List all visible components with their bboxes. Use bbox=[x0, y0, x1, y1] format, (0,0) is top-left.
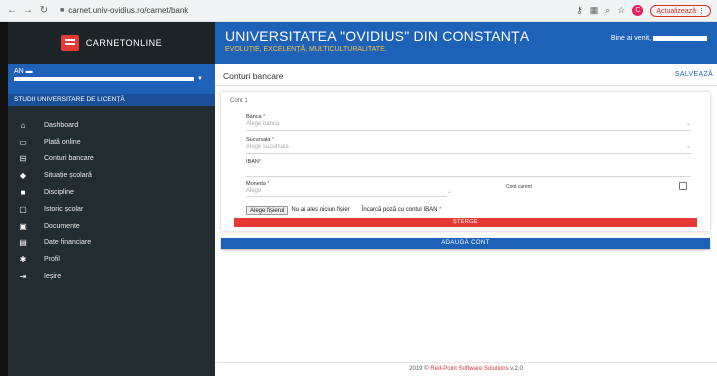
sidebar-item-academic-status[interactable]: ◆ Situație școlară bbox=[8, 167, 215, 184]
sidebar-menu: ⌂ Dashboard ▭ Plată online ⊟ Conturi ban… bbox=[8, 117, 215, 285]
upload-iban-label: Încarcă poză cu contul IBAN * bbox=[361, 207, 442, 213]
account-title: Cont 1 bbox=[230, 98, 248, 104]
address-url: carnet.univ-ovidius.ro/carnet/bank bbox=[68, 6, 189, 15]
sidebar-edge bbox=[0, 22, 8, 376]
sidebar-item-label: Documente bbox=[44, 222, 80, 230]
top-header: UNIVERSITATEA "OVIDIUS" DIN CONSTANȚA EV… bbox=[215, 22, 717, 64]
sidebar-item-dashboard[interactable]: ⌂ Dashboard bbox=[8, 117, 215, 134]
bank-select[interactable]: Banca * Alege banca ⌄ bbox=[246, 114, 691, 131]
book-icon: ■ bbox=[20, 188, 26, 198]
star-icon[interactable]: ☆ bbox=[617, 5, 625, 16]
current-account-checkbox[interactable] bbox=[679, 182, 687, 190]
sidebar-item-bank-accounts[interactable]: ⊟ Conturi bancare bbox=[8, 151, 215, 168]
carnet-logo-icon bbox=[60, 35, 79, 51]
sidebar-item-documents[interactable]: ▣ Documente bbox=[8, 218, 215, 235]
university-motto: EVOLUȚIE, EXCELENȚĂ, MULTICULTURALITATE. bbox=[225, 46, 387, 53]
sidebar-item-label: Discipline bbox=[44, 189, 74, 197]
branch-placeholder: Alege sucursala bbox=[246, 144, 289, 150]
footer-version: v.2.0 bbox=[510, 366, 523, 372]
sidebar-item-academic-history[interactable]: ▢ Istoric școlar bbox=[8, 201, 215, 218]
lock-icon: ■ bbox=[60, 7, 65, 14]
logo[interactable]: CARNETONLINE bbox=[8, 22, 215, 64]
welcome-text: Bine ai venit, bbox=[610, 35, 651, 42]
browser-actions: ⚷ ▦ ⌕ ☆ C Actualizează ⋮ bbox=[576, 4, 711, 17]
delete-account-button[interactable]: ȘTERGE bbox=[234, 218, 697, 227]
logout-icon: ⇥ bbox=[19, 272, 27, 282]
sidebar-item-financial-data[interactable]: ▤ Date financiare bbox=[8, 235, 215, 252]
sidebar-item-label: Dashboard bbox=[44, 121, 79, 129]
translate-icon[interactable]: ▦ bbox=[590, 5, 599, 16]
sidebar-item-label: Date financiare bbox=[44, 239, 92, 247]
sidebar-item-label: Istoric școlar bbox=[44, 205, 84, 213]
bank-placeholder: Alege banca bbox=[246, 121, 280, 127]
file-upload-row: Alege fișierul Nu ai ales niciun fișier … bbox=[246, 205, 441, 215]
update-label: Actualizează bbox=[656, 7, 697, 15]
reload-icon[interactable]: ↻ bbox=[38, 5, 50, 16]
browser-toolbar: ← → ↻ ■ carnet.univ-ovidius.ro/carnet/ba… bbox=[0, 0, 717, 22]
zoom-icon[interactable]: ⌕ bbox=[605, 5, 610, 16]
forward-icon[interactable]: → bbox=[22, 5, 34, 16]
sidebar-item-label: Plată online bbox=[44, 138, 81, 146]
logo-text: CARNETONLINE bbox=[85, 38, 163, 48]
sidebar-item-online-payment[interactable]: ▭ Plată online bbox=[8, 134, 215, 151]
redacted-name bbox=[14, 77, 194, 81]
sidebar-item-label: Conturi bancare bbox=[44, 155, 94, 163]
sidebar-item-label: Profil bbox=[44, 256, 60, 264]
bank-label: Banca * bbox=[246, 114, 266, 120]
sidebar-item-label: Situație școlară bbox=[44, 172, 92, 180]
home-icon: ⌂ bbox=[20, 120, 26, 130]
profile-avatar[interactable]: C bbox=[632, 5, 644, 16]
welcome-message[interactable]: Bine ai venit, bbox=[611, 35, 707, 42]
wallet-icon: ▤ bbox=[19, 238, 27, 248]
key-icon[interactable]: ⚷ bbox=[576, 5, 583, 16]
caret-down-icon: ▼ bbox=[197, 76, 203, 82]
footer: 2019 © Red-Point Software Solutions v.2.… bbox=[215, 362, 717, 376]
sidebar-item-label: Ieșire bbox=[44, 273, 62, 281]
iban-label: IBAN* bbox=[246, 159, 261, 165]
current-account-label: Cont curent bbox=[506, 184, 532, 190]
update-button[interactable]: Actualizează ⋮ bbox=[650, 4, 711, 17]
add-account-button[interactable]: ADAUGĂ CONT bbox=[221, 238, 710, 249]
redacted-username bbox=[653, 36, 707, 41]
credit-card-icon: ▭ bbox=[19, 137, 27, 147]
chevron-down-icon: ⌄ bbox=[685, 144, 691, 150]
footer-copyright: 2019 © bbox=[409, 366, 429, 372]
branch-select[interactable]: Sucursala * Alege sucursala ⌄ bbox=[246, 137, 691, 154]
current-account-row: Cont curent bbox=[246, 180, 691, 196]
study-program: STUDII UNIVERSITARE DE LICENȚĂ bbox=[8, 94, 215, 106]
chevron-down-icon: ⌄ bbox=[685, 121, 691, 127]
save-button[interactable]: SALVEAZĂ bbox=[675, 71, 713, 78]
sidebar-item-logout[interactable]: ⇥ Ieșire bbox=[8, 268, 215, 285]
account-card: Cont 1 Banca * Alege banca ⌄ Sucursala *… bbox=[221, 92, 710, 231]
page-header: Conturi bancare SALVEAZĂ bbox=[215, 64, 717, 86]
sidebar-item-disciplines[interactable]: ■ Discipline bbox=[8, 184, 215, 201]
university-title: UNIVERSITATEA "OVIDIUS" DIN CONSTANȚA bbox=[225, 28, 530, 44]
sidebar: CARNETONLINE AN ▬ ▼ STUDII UNIVERSITARE … bbox=[0, 22, 215, 376]
sidebar-item-profile[interactable]: ✱ Profil bbox=[8, 251, 215, 268]
no-file-text: Nu ai ales niciun fișier bbox=[291, 207, 350, 213]
page-title: Conturi bancare bbox=[223, 71, 284, 81]
bank-icon: ⊟ bbox=[19, 154, 27, 164]
iban-input[interactable]: IBAN* bbox=[246, 159, 691, 177]
branch-label: Sucursala * bbox=[246, 137, 275, 143]
footer-company-link[interactable]: Red-Point Software Solutions bbox=[430, 366, 508, 372]
year-selector[interactable]: AN ▬ ▼ bbox=[8, 64, 215, 94]
year-label: AN ▬ bbox=[14, 68, 33, 75]
choose-file-button[interactable]: Alege fișierul bbox=[246, 205, 289, 215]
back-icon[interactable]: ← bbox=[6, 5, 18, 16]
gear-icon: ✱ bbox=[19, 255, 27, 265]
history-icon: ▢ bbox=[19, 204, 27, 214]
document-icon: ▣ bbox=[19, 221, 27, 231]
address-bar[interactable]: ■ carnet.univ-ovidius.ro/carnet/bank bbox=[60, 6, 188, 15]
graduation-cap-icon: ◆ bbox=[19, 171, 27, 181]
